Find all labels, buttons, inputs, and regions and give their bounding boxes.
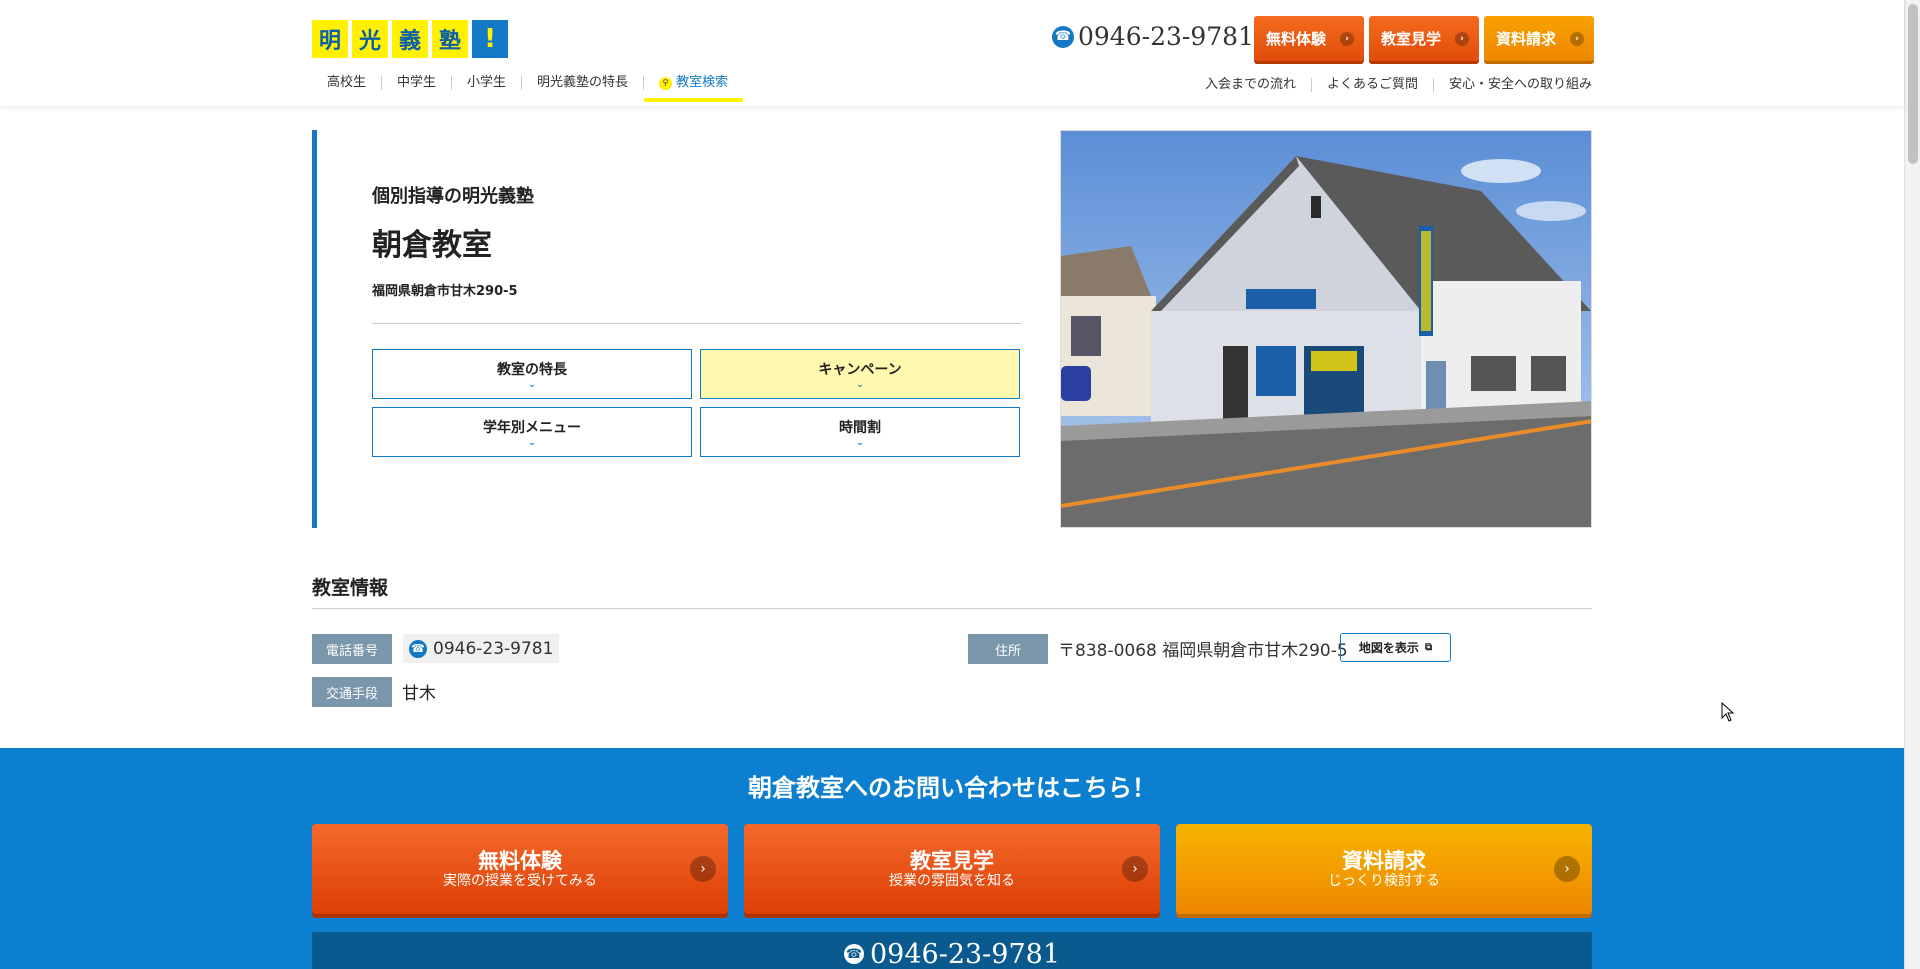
sub-nav-faq[interactable]: よくあるご質問 — [1312, 78, 1434, 92]
chevron-down-icon: ⌄ — [528, 380, 536, 390]
header-phone-number: 0946-23-9781 — [1078, 22, 1254, 51]
nav-item-high-school[interactable]: 高校生 — [312, 76, 383, 90]
button-label: 学年別メニュー — [483, 420, 581, 436]
button-label: 資料請求 — [1496, 30, 1557, 48]
cta-button-sub: じっくり検討する — [1328, 873, 1440, 889]
phone-icon: ☎ — [843, 944, 864, 964]
cta-button-title: 資料請求 — [1342, 849, 1426, 873]
hero-anchor-buttons: 教室の特長 ⌄ キャンペーン ⌄ 学年別メニュー ⌄ 時間割 ⌄ — [372, 349, 1022, 457]
button-label: 地図を表示 — [1358, 641, 1419, 655]
sub-nav-safety[interactable]: 安心・安全への取り組み — [1434, 78, 1592, 92]
phone-icon: ☎ — [409, 639, 427, 658]
cta-phone-number: 0946-23-9781 — [869, 938, 1061, 969]
header-cta-group: 無料体験 › 教室見学 › 資料請求 › — [1254, 16, 1594, 61]
cta-button-sub: 実際の授業を受けてみる — [443, 873, 597, 889]
site-logo[interactable]: 明 光 義 塾 ! — [312, 20, 508, 58]
chevron-right-icon: › — [1340, 31, 1354, 46]
classroom-phone[interactable]: ☎ 0946-23-9781 — [403, 634, 560, 663]
header-brochure-button[interactable]: 資料請求 › — [1484, 16, 1594, 61]
mouse-cursor-icon — [1721, 702, 1735, 722]
scrollbar-thumb[interactable] — [1908, 4, 1918, 164]
chevron-right-icon: › — [1122, 856, 1148, 882]
logo-char: 光 — [352, 20, 388, 58]
button-label: キャンペーン — [818, 362, 902, 378]
button-label: 教室見学 — [1381, 30, 1442, 48]
anchor-features-button[interactable]: 教室の特長 ⌄ — [372, 349, 692, 399]
phone-label: 電話番号 — [312, 634, 392, 664]
classroom-photo — [1060, 130, 1592, 528]
chevron-right-icon: › — [690, 856, 716, 882]
button-label: 無料体験 — [1266, 30, 1327, 48]
site-header: 明 光 義 塾 ! ☎ 0946-23-9781 無料体験 › 教室見学 › 資… — [0, 0, 1904, 106]
page-scrollbar[interactable] — [1904, 0, 1920, 969]
header-visit-button[interactable]: 教室見学 › — [1369, 16, 1479, 61]
show-map-button[interactable]: 地図を表示 ⧉ — [1340, 633, 1451, 662]
transport-value: 甘木 — [402, 684, 436, 704]
logo-char: 義 — [392, 20, 428, 58]
nav-item-junior-high[interactable]: 中学生 — [382, 76, 453, 90]
classroom-address: 〒838-0068 福岡県朝倉市甘木290-5 — [1058, 641, 1348, 661]
header-free-trial-button[interactable]: 無料体験 › — [1254, 16, 1364, 61]
cta-heading: 朝倉教室へのお問い合わせはこちら！ — [748, 774, 1156, 802]
chevron-down-icon: ⌄ — [528, 438, 536, 448]
nav-item-label: 教室検索 — [676, 75, 729, 90]
classroom-phone-number: 0946-23-9781 — [433, 638, 554, 659]
transport-label: 交通手段 — [312, 677, 392, 707]
page-title: 朝倉教室 — [372, 228, 492, 263]
button-label: 時間割 — [839, 420, 881, 436]
anchor-timetable-button[interactable]: 時間割 ⌄ — [700, 407, 1020, 457]
logo-char: 明 — [312, 20, 348, 58]
logo-char: 塾 — [432, 20, 468, 58]
nav-item-features[interactable]: 明光義塾の特長 — [522, 76, 645, 90]
classroom-info-heading: 教室情報 — [312, 577, 389, 599]
chevron-right-icon: › — [1570, 31, 1584, 46]
divider — [312, 608, 1592, 609]
anchor-grade-menu-button[interactable]: 学年別メニュー ⌄ — [372, 407, 692, 457]
address-label: 住所 — [968, 634, 1048, 664]
cta-free-trial-button[interactable]: 無料体験 実際の授業を受けてみる › — [312, 824, 728, 914]
button-label: 教室の特長 — [497, 362, 567, 378]
cta-brochure-button[interactable]: 資料請求 じっくり検討する › — [1176, 824, 1592, 914]
classroom-hero-card: 個別指導の明光義塾 朝倉教室 福岡県朝倉市甘木290-5 教室の特長 ⌄ キャン… — [312, 130, 1036, 528]
header-phone[interactable]: ☎ 0946-23-9781 — [1052, 22, 1254, 51]
nav-item-classroom-search[interactable]: ⚲ 教室検索 — [644, 75, 744, 102]
cta-visit-button[interactable]: 教室見学 授業の雰囲気を知る › — [744, 824, 1160, 914]
sub-nav-enrollment-flow[interactable]: 入会までの流れ — [1190, 78, 1312, 92]
main-nav: 高校生 中学生 小学生 明光義塾の特長 ⚲ 教室検索 — [312, 75, 744, 102]
phone-icon: ☎ — [1052, 25, 1074, 48]
cta-button-title: 教室見学 — [910, 849, 994, 873]
cta-button-sub: 授業の雰囲気を知る — [889, 873, 1015, 889]
chevron-right-icon: › — [1554, 856, 1580, 882]
anchor-campaign-button[interactable]: キャンペーン ⌄ — [700, 349, 1020, 399]
chevron-down-icon: ⌄ — [856, 438, 864, 448]
cta-button-title: 無料体験 — [478, 849, 562, 873]
sub-nav: 入会までの流れ よくあるご質問 安心・安全への取り組み — [1190, 78, 1592, 92]
divider — [372, 323, 1021, 324]
nav-item-elementary[interactable]: 小学生 — [452, 76, 523, 90]
logo-exclamation: ! — [472, 20, 508, 58]
contact-cta-section: 朝倉教室へのお問い合わせはこちら！ 無料体験 実際の授業を受けてみる › 教室見… — [0, 748, 1904, 969]
search-icon: ⚲ — [659, 76, 673, 90]
hero-subtitle: 個別指導の明光義塾 — [372, 186, 534, 207]
chevron-right-icon: › — [1455, 31, 1469, 46]
hero-address: 福岡県朝倉市甘木290-5 — [372, 284, 518, 299]
external-link-icon: ⧉ — [1424, 642, 1433, 653]
chevron-down-icon: ⌄ — [856, 380, 864, 390]
cta-phone-bar[interactable]: ☎ 0946-23-9781 — [312, 932, 1592, 969]
cta-button-group: 無料体験 実際の授業を受けてみる › 教室見学 授業の雰囲気を知る › 資料請求… — [312, 824, 1592, 914]
